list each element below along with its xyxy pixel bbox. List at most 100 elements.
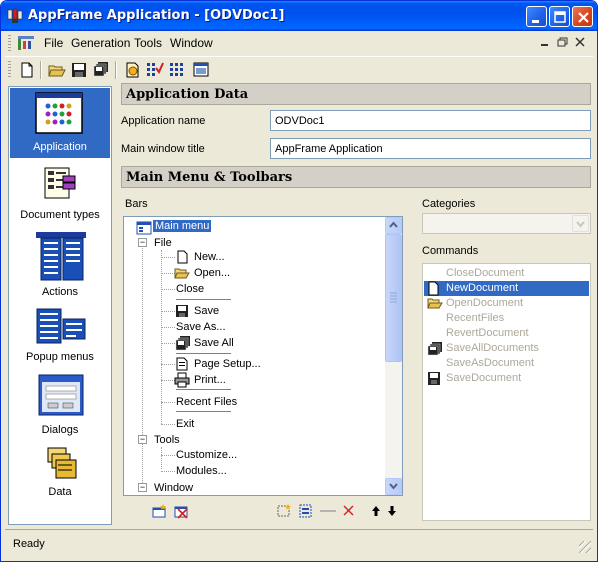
nav-label-popup-menus: Popup menus	[26, 351, 94, 363]
move-down-icon[interactable]	[385, 503, 403, 519]
tools-collapse-toggle[interactable]: −	[138, 435, 147, 444]
categories-label: Categories	[422, 198, 476, 210]
new-document-icon[interactable]	[17, 60, 37, 80]
delete-item-icon[interactable]	[340, 503, 358, 519]
mdi-minimize-icon[interactable]	[540, 37, 550, 50]
scroll-thumb[interactable]	[385, 234, 402, 362]
nav-item-data[interactable]: Data	[10, 445, 110, 501]
menu-file[interactable]: File	[44, 36, 63, 50]
nav-label-data: Data	[48, 486, 72, 498]
nav-item-actions[interactable]: Actions	[10, 229, 110, 299]
close-button[interactable]	[572, 6, 593, 27]
grid-options-icon[interactable]	[167, 60, 187, 80]
tree-item-customize[interactable]: Customize...	[176, 449, 237, 461]
tree-node-tools[interactable]: Tools	[154, 434, 180, 446]
categories-dropdown[interactable]	[422, 213, 591, 234]
tree-separator	[176, 299, 231, 300]
new-document-icon	[428, 281, 439, 296]
command-save-all-documents[interactable]: SaveAllDocuments	[424, 341, 589, 356]
command-save-document-label: SaveDocument	[446, 372, 522, 384]
toolbar-separator	[40, 61, 42, 79]
command-new-document[interactable]: NewDocument	[424, 281, 589, 296]
menu-window[interactable]: Window	[170, 36, 213, 50]
tree-item-page-setup[interactable]: Page Setup...	[194, 358, 261, 370]
nav-label-actions: Actions	[41, 286, 79, 298]
add-separator-icon[interactable]	[319, 503, 337, 519]
file-collapse-toggle[interactable]: −	[138, 238, 147, 247]
scroll-up-button[interactable]	[385, 217, 402, 234]
nav-label-document-types: Document types	[20, 209, 100, 221]
tree-item-new[interactable]: New...	[194, 251, 225, 263]
menu-root-icon	[136, 221, 152, 235]
commands-list[interactable]: CloseDocument NewDocument OpenDocument R…	[422, 263, 591, 521]
nav-item-popup-menus[interactable]: Popup menus	[10, 305, 110, 365]
command-revert-document[interactable]: RevertDocument	[424, 326, 589, 341]
categories-dropdown-button[interactable]	[572, 215, 589, 232]
command-save-as-document[interactable]: SaveAsDocument	[424, 356, 589, 371]
add-submenu-icon[interactable]	[297, 503, 315, 519]
tree-item-save-all[interactable]: Save All	[194, 337, 234, 349]
save-disk-icon[interactable]	[69, 60, 89, 80]
command-open-document[interactable]: OpenDocument	[424, 296, 589, 311]
menu-generation[interactable]: Generation	[71, 36, 130, 50]
delete-menu-icon[interactable]	[173, 503, 191, 519]
save-all-file-icon	[175, 336, 190, 351]
main-window-title-field[interactable]: AppFrame Application	[270, 138, 591, 159]
tree-item-modules[interactable]: Modules...	[176, 465, 227, 477]
document-types-icon	[44, 167, 76, 199]
mdi-restore-icon[interactable]	[557, 37, 568, 50]
maximize-button[interactable]	[549, 6, 570, 27]
command-open-document-label: OpenDocument	[446, 297, 524, 309]
tree-item-recent-files[interactable]: Recent Files	[176, 396, 237, 408]
commands-label: Commands	[422, 245, 479, 257]
appframe-logo-icon[interactable]	[7, 8, 23, 24]
window-preview-icon[interactable]	[191, 60, 211, 80]
command-new-document-label: NewDocument	[446, 282, 519, 294]
popup-menus-icon	[36, 308, 86, 344]
tree-node-window[interactable]: Window	[154, 482, 193, 494]
tree-item-close[interactable]: Close	[176, 283, 204, 295]
window-collapse-toggle[interactable]: −	[138, 483, 147, 492]
nav-item-document-types[interactable]: Document types	[10, 163, 110, 223]
menu-grip[interactable]	[8, 35, 11, 51]
tree-root-main-menu[interactable]: Main menu	[153, 220, 212, 232]
tree-item-exit[interactable]: Exit	[176, 418, 194, 430]
minimize-button[interactable]	[526, 6, 547, 27]
save-all-icon[interactable]	[91, 60, 111, 80]
new-file-icon	[177, 250, 188, 264]
command-save-document[interactable]: SaveDocument	[424, 371, 589, 386]
tree-item-open[interactable]: Open...	[194, 267, 230, 279]
tree-node-file[interactable]: File	[154, 237, 172, 249]
tree-separator	[176, 389, 231, 390]
toolbar-grip[interactable]	[8, 61, 11, 77]
command-close-document[interactable]: CloseDocument	[424, 266, 589, 281]
tree-vertical-scrollbar[interactable]	[385, 217, 402, 495]
generate-icon[interactable]	[123, 60, 143, 80]
application-name-field[interactable]: ODVDoc1	[270, 110, 591, 131]
data-icon	[47, 447, 77, 479]
nav-item-dialogs[interactable]: Dialogs	[10, 373, 110, 437]
doc-icon[interactable]	[17, 35, 35, 51]
nav-item-application[interactable]: Application	[10, 88, 110, 158]
application-data-heading: Application Data	[121, 83, 591, 105]
tree-item-save-as[interactable]: Save As...	[176, 321, 226, 333]
save-all-documents-icon	[427, 342, 442, 356]
add-item-icon[interactable]	[275, 503, 293, 519]
mdi-close-icon[interactable]	[575, 37, 585, 50]
check-grid-icon[interactable]	[145, 60, 165, 80]
command-recent-files[interactable]: RecentFiles	[424, 311, 589, 326]
bars-tree[interactable]: Main menu − File New... Open... Close Sa…	[123, 216, 403, 496]
open-file-icon	[174, 268, 190, 279]
scroll-down-button[interactable]	[385, 478, 402, 495]
title-bar[interactable]: AppFrame Application - [ODVDoc1]	[1, 1, 597, 31]
tree-item-save[interactable]: Save	[194, 305, 219, 317]
save-file-icon	[176, 305, 188, 317]
category-nav: Application Document types Actions Popup…	[8, 86, 112, 525]
main-toolbar	[5, 56, 593, 82]
open-folder-icon[interactable]	[47, 60, 67, 80]
application-grid-icon	[35, 92, 83, 134]
menu-tools[interactable]: Tools	[134, 36, 162, 50]
resize-grip[interactable]	[579, 541, 591, 553]
tree-item-print[interactable]: Print...	[194, 374, 226, 386]
add-menu-icon[interactable]	[151, 503, 169, 519]
